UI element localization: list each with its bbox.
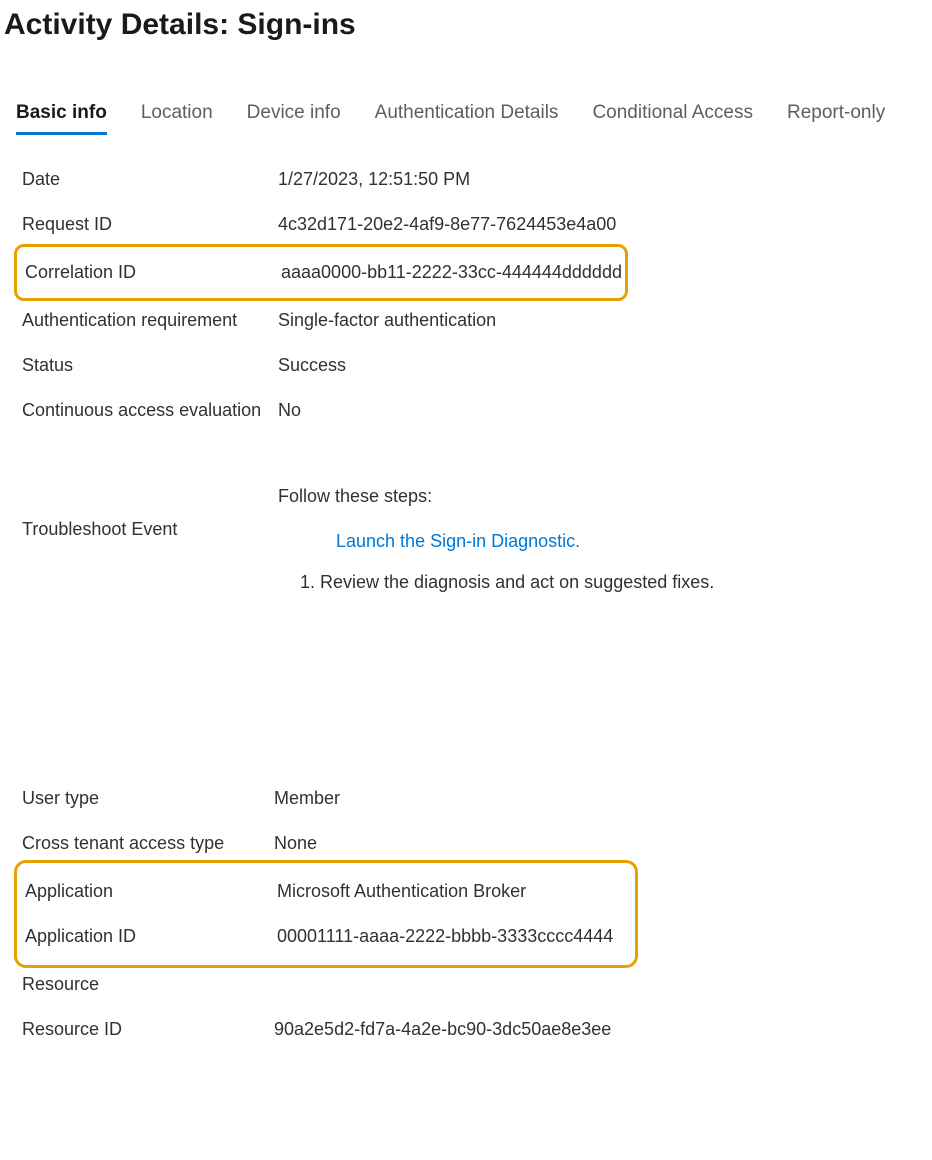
label-correlation-id: Correlation ID (25, 262, 281, 283)
row-resource: Resource (22, 962, 912, 1007)
details-section-2: User type Member Cross tenant access typ… (0, 776, 932, 1052)
value-cross-tenant: None (274, 833, 317, 854)
row-auth-requirement: Authentication requirement Single-factor… (22, 298, 912, 343)
value-application-id: 00001111-aaaa-2222-bbbb-3333cccc4444 (277, 926, 613, 947)
value-request-id: 4c32d171-20e2-4af9-8e77-7624453e4a00 (278, 214, 616, 235)
page-title: Activity Details: Sign-ins (0, 0, 932, 62)
label-troubleshoot: Troubleshoot Event (22, 483, 278, 540)
label-auth-requirement: Authentication requirement (22, 310, 278, 331)
value-correlation-id: aaaa0000-bb11-2222-33cc-444444dddddd (281, 262, 622, 283)
row-date: Date 1/27/2023, 12:51:50 PM (22, 157, 912, 202)
label-status: Status (22, 355, 278, 376)
label-application-id: Application ID (25, 926, 277, 947)
row-request-id: Request ID 4c32d171-20e2-4af9-8e77-76244… (22, 202, 912, 247)
highlight-application: Application Microsoft Authentication Bro… (14, 860, 638, 968)
troubleshoot-step-1: 1. Review the diagnosis and act on sugge… (278, 569, 714, 596)
row-user-type: User type Member (22, 776, 912, 821)
value-user-type: Member (274, 788, 340, 809)
row-application: Application Microsoft Authentication Bro… (25, 869, 635, 914)
value-application: Microsoft Authentication Broker (277, 881, 526, 902)
troubleshoot-steps: Follow these steps: Launch the Sign-in D… (278, 483, 714, 596)
label-cae: Continuous access evaluation (22, 400, 278, 421)
tab-basic-info[interactable]: Basic info (16, 102, 107, 135)
value-date: 1/27/2023, 12:51:50 PM (278, 169, 470, 190)
label-resource: Resource (22, 974, 274, 995)
details-section-1: Date 1/27/2023, 12:51:50 PM Request ID 4… (0, 135, 932, 596)
highlight-correlation-id: Correlation ID aaaa0000-bb11-2222-33cc-4… (14, 244, 628, 301)
gap (0, 596, 932, 776)
tabs-bar: Basic info Location Device info Authenti… (0, 102, 932, 135)
row-cae: Continuous access evaluation No (22, 388, 912, 433)
label-user-type: User type (22, 788, 274, 809)
row-correlation-id: Correlation ID aaaa0000-bb11-2222-33cc-4… (25, 262, 625, 283)
label-date: Date (22, 169, 278, 190)
value-resource-id: 90a2e5d2-fd7a-4a2e-bc90-3dc50ae8e3ee (274, 1019, 611, 1040)
value-cae: No (278, 400, 301, 421)
label-request-id: Request ID (22, 214, 278, 235)
troubleshoot-heading: Follow these steps: (278, 483, 714, 510)
tab-device-info[interactable]: Device info (247, 102, 341, 135)
row-resource-id: Resource ID 90a2e5d2-fd7a-4a2e-bc90-3dc5… (22, 1007, 912, 1052)
tab-report-only[interactable]: Report-only (787, 102, 885, 135)
label-cross-tenant: Cross tenant access type (22, 833, 274, 854)
label-application: Application (25, 881, 277, 902)
tab-conditional-access[interactable]: Conditional Access (592, 102, 753, 135)
launch-diagnostic-link[interactable]: Launch the Sign-in Diagnostic. (278, 528, 714, 555)
label-resource-id: Resource ID (22, 1019, 274, 1040)
value-status: Success (278, 355, 346, 376)
tab-authentication-details[interactable]: Authentication Details (375, 102, 559, 135)
row-troubleshoot: Troubleshoot Event Follow these steps: L… (22, 483, 912, 596)
tab-location[interactable]: Location (141, 102, 213, 135)
row-application-id: Application ID 00001111-aaaa-2222-bbbb-3… (25, 914, 635, 959)
row-status: Status Success (22, 343, 912, 388)
value-auth-requirement: Single-factor authentication (278, 310, 496, 331)
